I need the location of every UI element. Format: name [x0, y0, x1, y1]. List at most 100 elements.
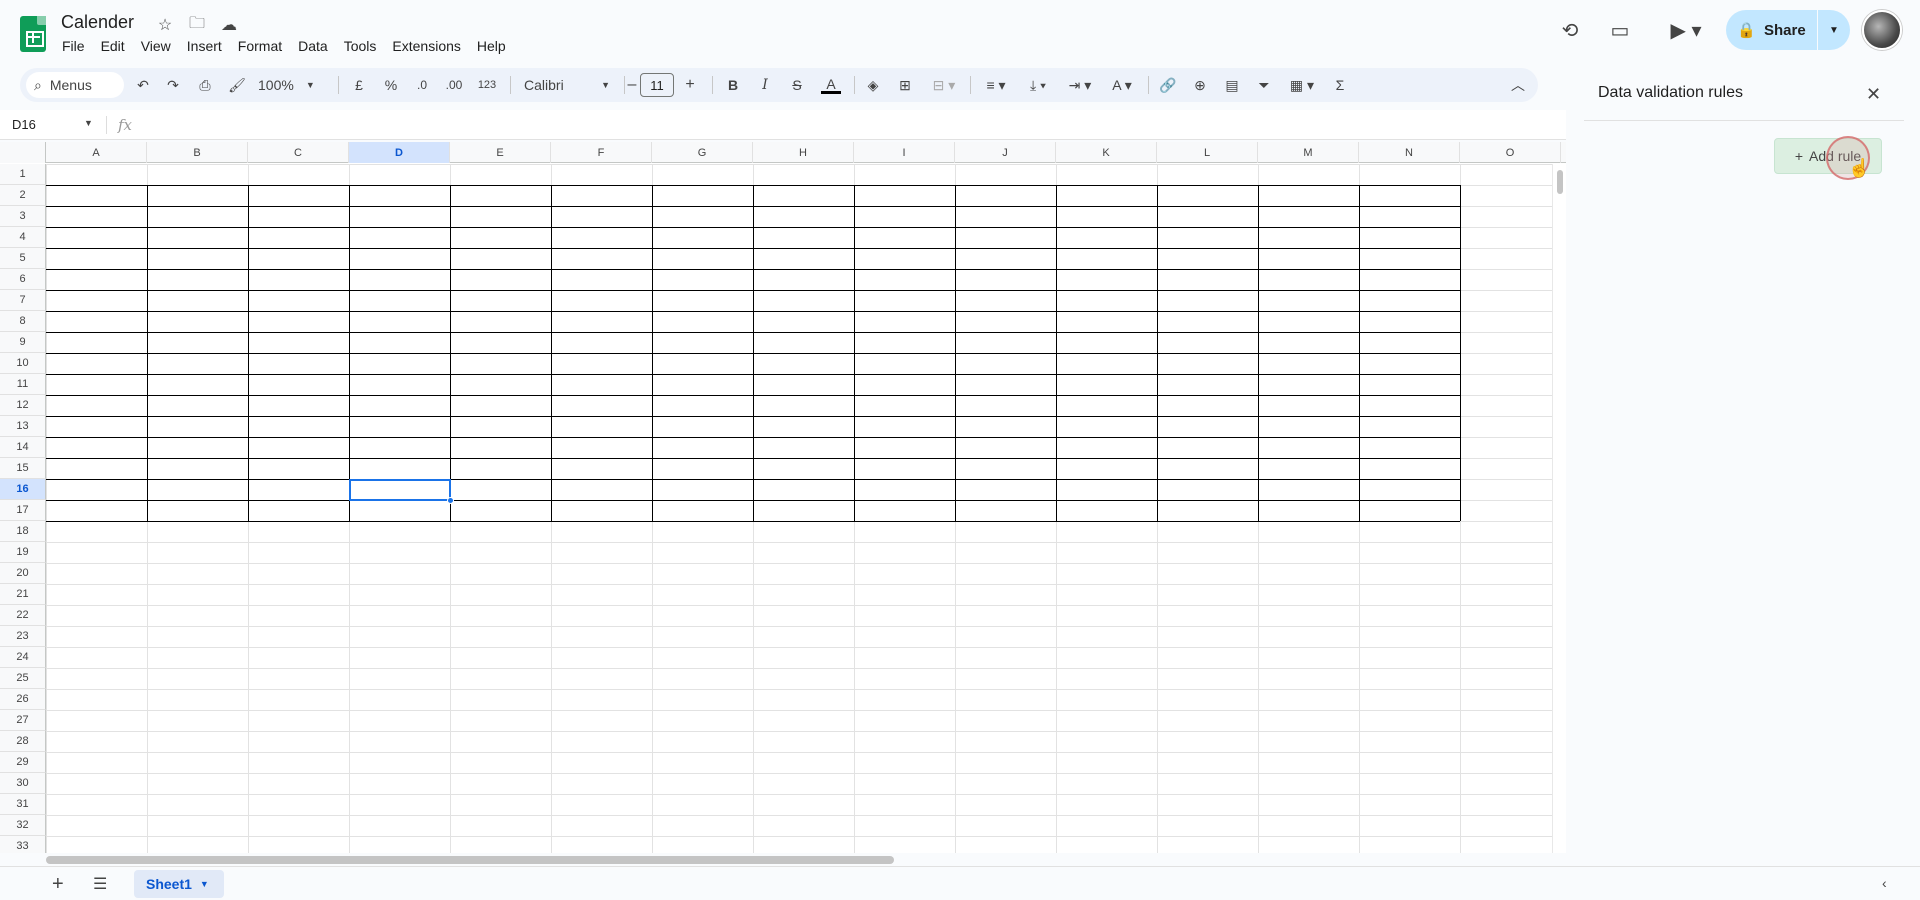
- name-box[interactable]: D16: [12, 117, 36, 132]
- menu-file[interactable]: File: [54, 36, 93, 56]
- column-header-f[interactable]: F: [551, 142, 652, 163]
- row-header-25[interactable]: 25: [0, 668, 46, 689]
- comments-icon[interactable]: ▭: [1606, 16, 1634, 44]
- row-header-24[interactable]: 24: [0, 647, 46, 668]
- column-header-c[interactable]: C: [248, 142, 349, 163]
- currency-format-button[interactable]: £: [348, 68, 370, 102]
- increase-font-size-icon[interactable]: +: [680, 68, 700, 102]
- paint-format-icon[interactable]: 🖌: [226, 68, 248, 102]
- row-header-12[interactable]: 12: [0, 395, 46, 416]
- row-header-5[interactable]: 5: [0, 248, 46, 269]
- collapse-panel-icon[interactable]: ‹: [1882, 875, 1887, 891]
- insert-comment-icon[interactable]: ⊕: [1188, 68, 1212, 102]
- percent-format-button[interactable]: %: [380, 68, 402, 102]
- row-header-16[interactable]: 16: [0, 479, 46, 500]
- column-header-g[interactable]: G: [652, 142, 753, 163]
- strikethrough-icon[interactable]: S: [786, 68, 808, 102]
- chevron-down-icon[interactable]: ▼: [84, 118, 93, 128]
- merge-cells-icon[interactable]: ⊟ ▾: [926, 68, 962, 102]
- menu-tools[interactable]: Tools: [336, 36, 385, 56]
- sheet-tab-sheet1[interactable]: Sheet1 ▼: [134, 870, 224, 898]
- filter-views-icon[interactable]: ▦ ▾: [1284, 68, 1320, 102]
- text-color-icon[interactable]: A: [818, 68, 844, 102]
- font-family-select[interactable]: Calibri ▼: [518, 68, 616, 102]
- row-header-11[interactable]: 11: [0, 374, 46, 395]
- insert-chart-icon[interactable]: ▤: [1220, 68, 1244, 102]
- share-button[interactable]: 🔒 Share ▼: [1726, 10, 1850, 50]
- row-header-18[interactable]: 18: [0, 521, 46, 542]
- print-icon[interactable]: ⎙: [194, 68, 216, 102]
- fill-color-icon[interactable]: ◈: [862, 68, 884, 102]
- bold-icon[interactable]: B: [722, 68, 744, 102]
- row-header-21[interactable]: 21: [0, 584, 46, 605]
- column-header-h[interactable]: H: [753, 142, 854, 163]
- horizontal-scrollbar[interactable]: [46, 855, 1552, 865]
- column-header-e[interactable]: E: [450, 142, 551, 163]
- row-header-22[interactable]: 22: [0, 605, 46, 626]
- menu-insert[interactable]: Insert: [179, 36, 230, 56]
- menu-edit[interactable]: Edit: [93, 36, 133, 56]
- row-header-9[interactable]: 9: [0, 332, 46, 353]
- column-header-d[interactable]: D: [349, 142, 450, 163]
- row-header-10[interactable]: 10: [0, 353, 46, 374]
- undo-icon[interactable]: ↶: [132, 68, 154, 102]
- menu-view[interactable]: View: [133, 36, 179, 56]
- increase-decimal-button[interactable]: .00: [440, 68, 468, 102]
- row-header-1[interactable]: 1: [0, 164, 46, 185]
- row-header-3[interactable]: 3: [0, 206, 46, 227]
- row-header-33[interactable]: 33: [0, 836, 46, 853]
- menu-help[interactable]: Help: [469, 36, 514, 56]
- close-icon[interactable]: ✕: [1866, 84, 1881, 105]
- row-header-28[interactable]: 28: [0, 731, 46, 752]
- row-header-7[interactable]: 7: [0, 290, 46, 311]
- meet-icon[interactable]: ▶ ▾: [1664, 16, 1708, 44]
- menu-format[interactable]: Format: [230, 36, 290, 56]
- row-header-13[interactable]: 13: [0, 416, 46, 437]
- cell-grid[interactable]: [46, 164, 1552, 853]
- row-header-4[interactable]: 4: [0, 227, 46, 248]
- vertical-align-icon[interactable]: ⤓ ▾: [1020, 68, 1056, 102]
- menu-extensions[interactable]: Extensions: [384, 36, 468, 56]
- chevron-down-icon[interactable]: ▼: [200, 879, 209, 889]
- select-all-corner[interactable]: [0, 142, 46, 163]
- column-header-k[interactable]: K: [1056, 142, 1157, 163]
- vertical-scrollbar[interactable]: [1552, 164, 1566, 853]
- column-header-n[interactable]: N: [1359, 142, 1460, 163]
- column-header-l[interactable]: L: [1157, 142, 1258, 163]
- add-sheet-icon[interactable]: +: [52, 873, 64, 896]
- redo-icon[interactable]: ↷: [162, 68, 184, 102]
- column-header-o[interactable]: O: [1460, 142, 1561, 163]
- avatar[interactable]: [1862, 10, 1902, 50]
- column-header-j[interactable]: J: [955, 142, 1056, 163]
- row-header-15[interactable]: 15: [0, 458, 46, 479]
- borders-icon[interactable]: ⊞: [894, 68, 916, 102]
- row-header-17[interactable]: 17: [0, 500, 46, 521]
- row-header-30[interactable]: 30: [0, 773, 46, 794]
- row-header-32[interactable]: 32: [0, 815, 46, 836]
- collapse-toolbar-icon[interactable]: ︿: [1506, 68, 1530, 102]
- menus-search[interactable]: ⌕ Menus: [26, 72, 124, 98]
- row-header-29[interactable]: 29: [0, 752, 46, 773]
- text-rotation-icon[interactable]: A ▾: [1104, 68, 1140, 102]
- row-header-31[interactable]: 31: [0, 794, 46, 815]
- star-icon[interactable]: ☆: [154, 14, 176, 36]
- row-header-6[interactable]: 6: [0, 269, 46, 290]
- spreadsheet-grid[interactable]: ABCDEFGHIJKLMNO 1 2 3 4 5 6 7 8 9 10 11 12 13 14 15 16 1…: [0, 142, 1566, 853]
- move-folder-icon[interactable]: 🗀: [186, 14, 208, 36]
- selected-cell[interactable]: [349, 479, 451, 501]
- column-header-m[interactable]: M: [1258, 142, 1359, 163]
- all-sheets-icon[interactable]: ☰: [93, 874, 107, 894]
- menu-data[interactable]: Data: [290, 36, 336, 56]
- fill-handle[interactable]: [447, 497, 454, 504]
- horizontal-align-icon[interactable]: ≡ ▾: [978, 68, 1014, 102]
- row-header-14[interactable]: 14: [0, 437, 46, 458]
- zoom-select[interactable]: 100% ▼: [258, 68, 322, 102]
- cloud-status-icon[interactable]: ☁: [218, 14, 240, 36]
- row-header-26[interactable]: 26: [0, 689, 46, 710]
- decrease-decimal-button[interactable]: .0: [410, 68, 434, 102]
- font-size-input[interactable]: 11: [640, 73, 674, 97]
- column-header-a[interactable]: A: [46, 142, 147, 163]
- decrease-font-size-icon[interactable]: –: [624, 68, 640, 102]
- row-header-2[interactable]: 2: [0, 185, 46, 206]
- document-title[interactable]: Calender: [61, 12, 134, 33]
